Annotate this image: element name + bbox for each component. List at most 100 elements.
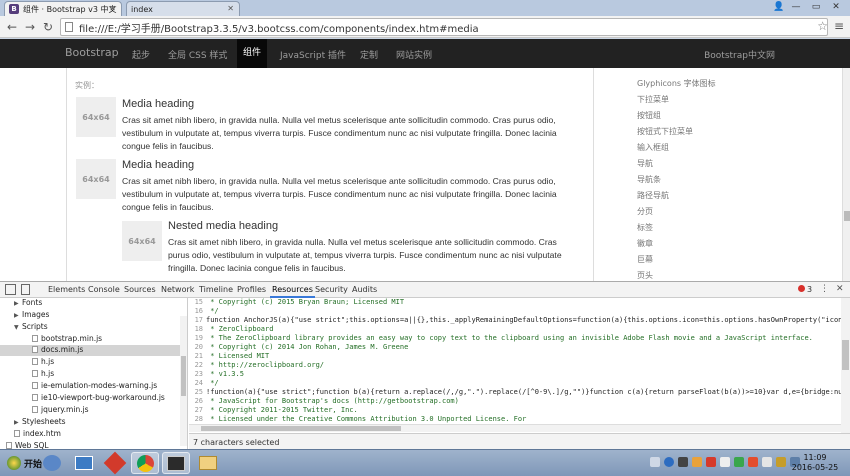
sidenav-item-input-groups[interactable]: 输入框组 — [637, 140, 817, 156]
more-options-icon[interactable]: ⋮ — [820, 284, 829, 294]
tray-app-icon[interactable] — [692, 457, 702, 467]
sidenav-item-button-groups[interactable]: 按钮组 — [637, 108, 817, 124]
code-line[interactable]: 27 * Copyright 2011-2015 Twitter, Inc. — [189, 406, 841, 415]
sidenav-item-breadcrumbs[interactable]: 路径导航 — [637, 188, 817, 204]
error-count-badge[interactable]: 3 — [798, 285, 812, 294]
user-icon[interactable]: 👤 — [772, 0, 786, 14]
sidenav-item-glyphicons[interactable]: Glyphicons 字体图标 — [637, 76, 817, 92]
tray-arrow-icon[interactable] — [678, 457, 688, 467]
tray-app-icon[interactable] — [706, 457, 716, 467]
tree-item-file[interactable]: index.htm — [14, 429, 61, 438]
tree-item-file[interactable]: bootstrap.min.js — [32, 334, 102, 343]
code-line[interactable]: 26 * JavaScript for Bootstrap's docs (ht… — [189, 397, 841, 406]
address-bar[interactable]: file:///E:/学习手册/Bootstrap3.3.5/v3.bootcs… — [60, 18, 828, 36]
inspect-element-icon[interactable] — [5, 284, 16, 295]
sidenav-item-button-dropdowns[interactable]: 按钮式下拉菜单 — [637, 124, 817, 140]
tree-item-file-selected[interactable]: docs.min.js — [0, 345, 180, 356]
device-mode-icon[interactable] — [21, 284, 30, 295]
tree-item-fonts[interactable]: ▶ Fonts — [14, 298, 42, 307]
bookmark-star-icon[interactable]: ☆ — [817, 19, 828, 33]
sidenav-item-badges[interactable]: 徽章 — [637, 236, 817, 252]
keyboard-icon[interactable] — [650, 457, 660, 467]
network-icon[interactable] — [734, 457, 744, 467]
sidenav-item-navs[interactable]: 导航 — [637, 156, 817, 172]
code-line[interactable]: 25 !function(a){"use strict";function b(a… — [189, 388, 841, 397]
devtools-tab-elements[interactable]: Elements — [48, 285, 85, 294]
taskbar-app-chrome[interactable] — [131, 452, 159, 474]
nav-item-getting-started[interactable]: 起步 — [132, 48, 150, 61]
source-code-view[interactable]: 15 * Copyright (c) 2015 Bryan Braun; Lic… — [189, 298, 841, 433]
tree-item-file[interactable]: h.js — [32, 357, 54, 366]
nav-item-bootcss-cn[interactable]: Bootstrap中文网 — [704, 48, 775, 61]
code-vertical-scrollbar[interactable] — [841, 298, 850, 433]
forward-arrow-icon[interactable]: → — [22, 19, 38, 35]
tree-item-scripts[interactable]: ▼ Scripts — [14, 322, 48, 331]
code-horizontal-scrollbar[interactable] — [189, 424, 841, 432]
tray-app-icon[interactable] — [720, 457, 730, 467]
sidenav-item-jumbotron[interactable]: 巨幕 — [637, 252, 817, 268]
page-scrollbar[interactable] — [842, 68, 850, 281]
code-line[interactable]: 28 * Licensed under the Creative Commons… — [189, 415, 841, 424]
tab-index[interactable]: index ✕ — [126, 1, 240, 16]
devtools-tab-network[interactable]: Network — [161, 285, 194, 294]
code-line[interactable]: 17 function AnchorJS(a){"use strict";this… — [189, 316, 841, 325]
devtools-tab-profiles[interactable]: Profiles — [237, 285, 266, 294]
taskbar-app-media[interactable] — [101, 451, 129, 475]
code-line[interactable]: 19 * The ZeroClipboard library provides … — [189, 334, 841, 343]
tree-item-file[interactable]: h.js — [32, 369, 54, 378]
devtools-tab-resources[interactable]: Resources — [270, 285, 315, 298]
code-line[interactable]: 23 * v1.3.5 — [189, 370, 841, 379]
code-line[interactable]: 16 */ — [189, 307, 841, 316]
back-arrow-icon[interactable]: ← — [4, 19, 20, 35]
code-line[interactable]: 21 * Licensed MIT — [189, 352, 841, 361]
nav-item-javascript[interactable]: JavaScript 插件 — [280, 48, 346, 61]
tree-scrollbar[interactable] — [180, 316, 187, 446]
tree-scrollbar-thumb[interactable] — [181, 356, 186, 396]
tray-app-icon[interactable] — [748, 457, 758, 467]
tree-item-stylesheets[interactable]: ▶ Stylesheets — [14, 417, 66, 426]
code-vertical-scrollbar-thumb[interactable] — [842, 340, 849, 370]
devtools-tab-security[interactable]: Security — [315, 285, 348, 294]
tree-item-file[interactable]: jquery.min.js — [32, 405, 89, 414]
navbar-brand[interactable]: Bootstrap — [65, 46, 119, 59]
sidenav-item-labels[interactable]: 标签 — [637, 220, 817, 236]
taskbar-app-explorer[interactable] — [194, 452, 222, 474]
nav-item-examples[interactable]: 网站实例 — [396, 48, 432, 61]
help-icon[interactable] — [664, 457, 674, 467]
tab-close-icon[interactable]: ✕ — [227, 4, 234, 13]
nav-item-components[interactable]: 组件 — [237, 39, 268, 68]
sidenav-item-page-header[interactable]: 页头 — [637, 268, 817, 281]
volume-icon[interactable] — [762, 457, 772, 467]
tree-item-file[interactable]: ie-emulation-modes-warning.js — [32, 381, 157, 390]
nav-item-css[interactable]: 全局 CSS 样式 — [168, 48, 227, 61]
code-line[interactable]: 20 * Copyright (c) 2014 Jon Rohan, James… — [189, 343, 841, 352]
sidenav-item-dropdowns[interactable]: 下拉菜单 — [637, 92, 817, 108]
code-line[interactable]: 24 */ — [189, 379, 841, 388]
tray-app-icon[interactable] — [776, 457, 786, 467]
clock[interactable]: 11:09 2016-05-25 — [790, 453, 840, 473]
menu-icon[interactable]: ≡ — [834, 19, 844, 33]
devtools-tab-sources[interactable]: Sources — [124, 285, 156, 294]
taskbar-app-users[interactable] — [38, 452, 66, 474]
page-scrollbar-thumb[interactable] — [844, 211, 850, 221]
devtools-close-icon[interactable]: ✕ — [836, 284, 844, 294]
minimize-icon[interactable]: — — [786, 0, 806, 14]
code-line[interactable]: 22 * http://zeroclipboard.org/ — [189, 361, 841, 370]
taskbar-app-terminal[interactable] — [162, 452, 190, 474]
code-line[interactable]: 15 * Copyright (c) 2015 Bryan Braun; Lic… — [189, 298, 841, 307]
devtools-tab-console[interactable]: Console — [88, 285, 120, 294]
devtools-tab-timeline[interactable]: Timeline — [199, 285, 233, 294]
nav-item-customize[interactable]: 定制 — [360, 48, 378, 61]
sidenav-item-navbar[interactable]: 导航条 — [637, 172, 817, 188]
code-line[interactable]: 18 * ZeroClipboard — [189, 325, 841, 334]
devtools-tab-audits[interactable]: Audits — [352, 285, 377, 294]
taskbar-app-chat[interactable] — [70, 452, 98, 474]
reload-icon[interactable]: ↻ — [40, 19, 56, 35]
close-window-icon[interactable]: ✕ — [826, 0, 846, 14]
tab-bootstrap-components[interactable]: B 组件 · Bootstrap v3 中文 ✕ — [4, 1, 122, 16]
maximize-icon[interactable]: ▭ — [806, 0, 826, 14]
tab-close-icon[interactable]: ✕ — [109, 4, 116, 13]
code-horizontal-scrollbar-thumb[interactable] — [201, 426, 401, 431]
tree-item-file[interactable]: ie10-viewport-bug-workaround.js — [32, 393, 165, 402]
tree-item-images[interactable]: ▶ Images — [14, 310, 49, 319]
